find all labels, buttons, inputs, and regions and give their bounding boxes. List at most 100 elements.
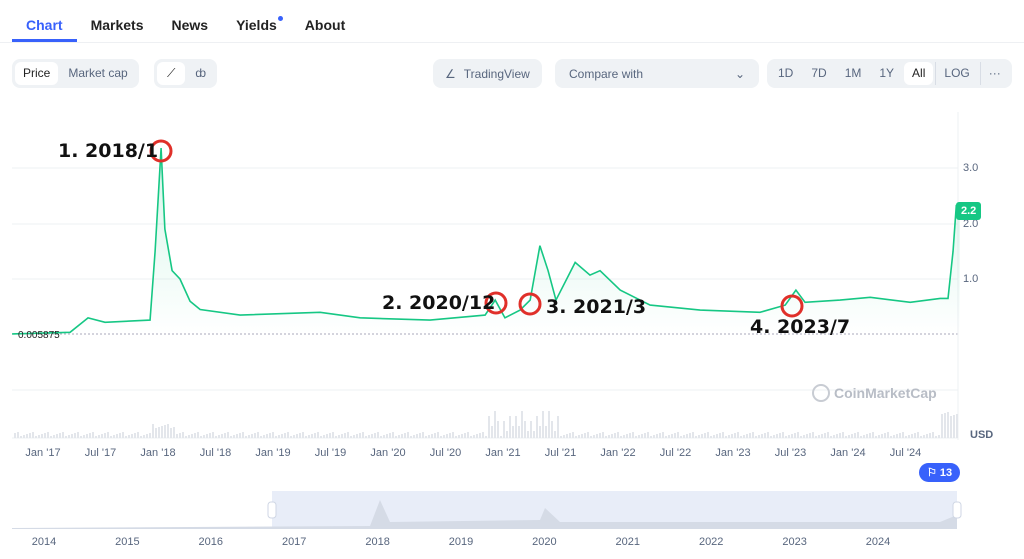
volume-bar <box>287 432 289 438</box>
navigator-handle[interactable] <box>267 501 277 519</box>
volume-bar <box>755 436 757 438</box>
volume-bar <box>404 433 406 438</box>
volume-bar <box>635 436 637 438</box>
volume-bar <box>269 433 271 438</box>
navigator-handle[interactable] <box>952 501 962 519</box>
volume-bar <box>470 436 472 438</box>
events-badge[interactable]: ⚐ 13 <box>919 463 961 482</box>
volume-bar <box>902 432 904 438</box>
volume-bar <box>881 434 883 438</box>
volume-bar <box>341 434 343 438</box>
range-1y[interactable]: 1Y <box>871 62 902 85</box>
volume-bar <box>62 432 64 438</box>
volume-bar <box>941 414 943 438</box>
volume-bar <box>767 432 769 438</box>
volume-bar <box>59 433 61 438</box>
volume-bar <box>569 433 571 438</box>
tradingview-icon: ∠ <box>445 66 456 81</box>
range-1m[interactable]: 1M <box>837 62 870 85</box>
more-button[interactable]: ··· <box>979 62 1009 85</box>
volume-bar <box>779 433 781 438</box>
volume-bar <box>791 434 793 438</box>
candlestick-icon[interactable]: ȸ <box>187 62 214 85</box>
price-button[interactable]: Price <box>15 62 59 85</box>
volume-bar <box>356 434 358 438</box>
compare-select[interactable]: Compare with ⌄ <box>555 59 759 88</box>
volume-bar <box>185 436 187 438</box>
volume-bar <box>377 432 379 438</box>
navigator-year: 2015 <box>115 536 140 548</box>
volume-bar <box>452 432 454 438</box>
volume-bar <box>296 434 298 438</box>
tab-markets[interactable]: Markets <box>77 0 158 42</box>
volume-bar <box>554 431 556 438</box>
tab-yields[interactable]: Yields <box>222 0 291 42</box>
volume-bar <box>299 433 301 438</box>
volume-bar <box>89 433 91 438</box>
volume-bar <box>386 434 388 438</box>
x-tick: Jul '20 <box>429 447 462 459</box>
tab-news[interactable]: News <box>157 0 222 42</box>
volume-bar <box>26 434 28 438</box>
tab-yields-label: Yields <box>236 17 277 33</box>
volume-bar <box>686 434 688 438</box>
volume-bar <box>74 433 76 438</box>
range-7d[interactable]: 7D <box>803 62 834 85</box>
volume-bar <box>764 433 766 438</box>
volume-bar <box>674 433 676 438</box>
line-chart-icon[interactable]: ⟋ <box>157 62 186 85</box>
volume-bar <box>335 436 337 438</box>
volume-bar <box>353 435 355 438</box>
events-count: 13 <box>939 467 953 479</box>
tab-about[interactable]: About <box>291 0 359 42</box>
volume-bar <box>935 436 937 438</box>
volume-bar <box>725 436 727 438</box>
volume-bar <box>233 435 235 438</box>
tab-chart[interactable]: Chart <box>12 0 77 42</box>
navigator-year: 2017 <box>281 536 307 548</box>
volume-bar <box>410 436 412 438</box>
volume-bar <box>305 436 307 438</box>
log-button[interactable]: LOG <box>935 62 977 85</box>
volume-bar <box>863 435 865 438</box>
volume-bar <box>107 432 109 438</box>
volume-bar <box>362 432 364 438</box>
volume-bar <box>371 434 373 438</box>
volume-bar <box>878 435 880 438</box>
volume-bar <box>644 433 646 438</box>
volume-bar <box>29 433 31 438</box>
volume-bar <box>851 434 853 438</box>
volume-bar <box>350 436 352 438</box>
volume-bar <box>857 432 859 438</box>
volume-bar <box>422 432 424 438</box>
tradingview-button[interactable]: ∠ TradingView <box>433 59 542 88</box>
volume-bar <box>575 436 577 438</box>
volume-bar <box>419 433 421 438</box>
range-all[interactable]: All <box>904 62 934 85</box>
volume-bar <box>698 435 700 438</box>
volume-bar <box>950 416 952 438</box>
market-cap-button[interactable]: Market cap <box>60 62 135 85</box>
volume-bar <box>68 435 70 438</box>
volume-bar <box>701 434 703 438</box>
volume-bar <box>731 434 733 438</box>
volume-bar <box>752 432 754 438</box>
volume-bar <box>161 426 163 438</box>
volume-bar <box>440 436 442 438</box>
volume-bar <box>194 433 196 438</box>
volume-bar <box>557 416 559 438</box>
volume-bar <box>170 428 172 438</box>
volume-bar <box>776 434 778 438</box>
volume-bar <box>545 426 547 438</box>
volume-bar <box>311 434 313 438</box>
volume-bar <box>227 432 229 438</box>
volume-bar <box>899 433 901 438</box>
volume-bar <box>143 435 145 438</box>
volume-bar <box>425 436 427 438</box>
volume-bar <box>173 427 175 438</box>
range-1d[interactable]: 1D <box>770 62 801 85</box>
x-tick: Jul '18 <box>199 447 232 459</box>
volume-bar <box>548 411 550 438</box>
volume-bar <box>515 416 517 438</box>
volume-bar <box>659 433 661 438</box>
